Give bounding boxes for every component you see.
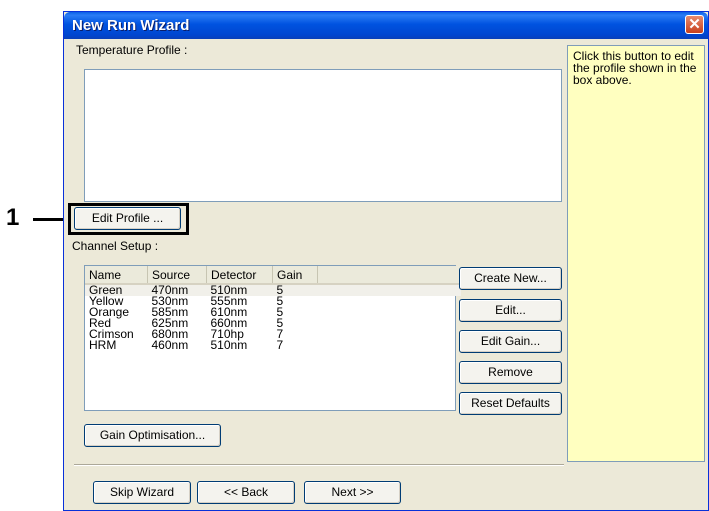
- temperature-profile-box: [84, 69, 562, 202]
- create-new-button[interactable]: Create New...: [459, 267, 562, 290]
- channel-setup-label: Channel Setup :: [72, 239, 159, 253]
- temperature-profile-label: Temperature Profile :: [76, 43, 188, 57]
- edit-profile-button[interactable]: Edit Profile ...: [74, 207, 181, 230]
- skip-wizard-button[interactable]: Skip Wizard: [93, 481, 191, 504]
- title-bar[interactable]: New Run Wizard ✕: [64, 12, 708, 39]
- help-pane: Click this button to edit the profile sh…: [567, 45, 705, 462]
- cell-name: HRM: [89, 338, 117, 352]
- channel-table-header: Name Source Detector Gain: [85, 266, 461, 285]
- column-header-source[interactable]: Source: [147, 266, 207, 285]
- table-row[interactable]: Green 470nm 510nm 5: [85, 284, 461, 296]
- channel-table[interactable]: Name Source Detector Gain Green 470nm 51…: [85, 266, 461, 351]
- callout-line: [33, 218, 66, 221]
- edit-channel-button[interactable]: Edit...: [459, 299, 562, 322]
- reset-defaults-button[interactable]: Reset Defaults: [459, 392, 562, 415]
- table-row[interactable]: Yellow 530nm 555nm 5: [85, 295, 462, 307]
- close-icon: ✕: [688, 16, 701, 33]
- cell-detector: 510nm: [210, 338, 248, 352]
- column-header-filler: [317, 266, 461, 285]
- help-text: Click this button to edit the profile sh…: [573, 49, 697, 87]
- cell-source: 460nm: [151, 338, 189, 352]
- cell-filler: [318, 329, 462, 340]
- table-row[interactable]: Orange 585nm 610nm 5: [85, 306, 462, 318]
- next-button[interactable]: Next >>: [304, 481, 401, 504]
- column-header-detector[interactable]: Detector: [206, 266, 273, 285]
- back-button[interactable]: << Back: [197, 481, 295, 504]
- column-header-gain[interactable]: Gain: [272, 266, 318, 285]
- cell-filler: [318, 318, 462, 329]
- cell-filler: [317, 284, 461, 296]
- callout-number: 1: [6, 204, 20, 231]
- gain-optimisation-button[interactable]: Gain Optimisation...: [84, 424, 221, 447]
- close-button[interactable]: ✕: [685, 15, 704, 34]
- remove-button[interactable]: Remove: [459, 361, 562, 384]
- new-run-wizard-window: New Run Wizard ✕ Temperature Profile : E…: [63, 11, 709, 511]
- cell-filler: [318, 307, 462, 318]
- window-title: New Run Wizard: [72, 17, 190, 34]
- cell-filler: [318, 340, 462, 351]
- cell-gain: 7: [276, 338, 284, 352]
- edit-gain-button[interactable]: Edit Gain...: [459, 330, 562, 353]
- table-row[interactable]: Crimson 680nm 710hp 7: [85, 328, 462, 340]
- table-row[interactable]: HRM 460nm 510nm 7: [85, 338, 462, 352]
- column-header-name[interactable]: Name: [85, 266, 148, 285]
- table-row[interactable]: Red 625nm 660nm 5: [85, 317, 462, 329]
- footer-separator: [74, 464, 564, 466]
- cell-filler: [318, 296, 462, 307]
